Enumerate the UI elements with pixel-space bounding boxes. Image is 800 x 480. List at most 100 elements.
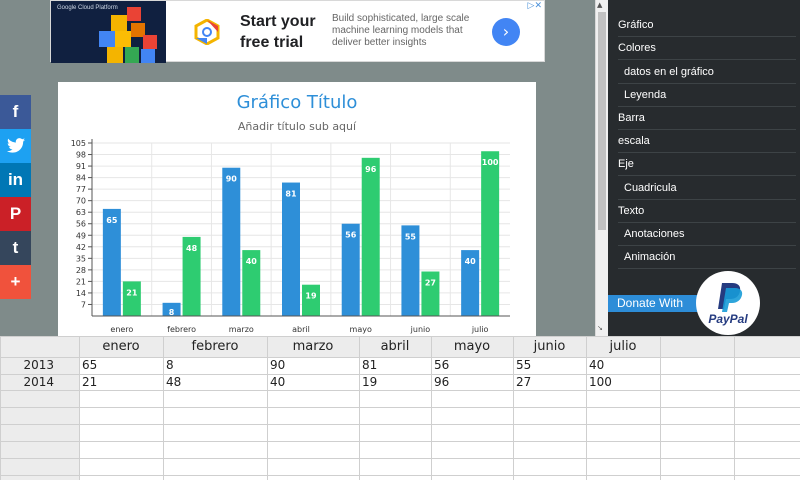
chart-title: Gráfico Título (237, 92, 358, 113)
more-share-button[interactable]: + (0, 265, 31, 299)
page-scrollbar[interactable]: ▲ ↘ (595, 0, 608, 336)
sheet-cell[interactable]: 96 (434, 375, 449, 389)
sheet-cell[interactable]: 100 (589, 375, 612, 389)
bar-data-label: 81 (285, 190, 297, 199)
sheet-cell[interactable]: 40 (270, 375, 285, 389)
bar-data-label: 90 (226, 175, 238, 184)
ad-artwork[interactable]: Google Cloud Platform (51, 1, 166, 63)
menu-item[interactable]: datos en el gráfico (618, 61, 796, 84)
chart-subtitle: Añadir título sub aquí (238, 120, 357, 133)
x-tick-label: junio (410, 325, 431, 334)
menu-item[interactable]: Colores (618, 37, 796, 60)
sheet-column-header[interactable]: enero (79, 339, 163, 354)
pinterest-share-button[interactable]: P (0, 197, 31, 231)
y-tick-label: 84 (76, 174, 86, 183)
bar-data-label: 40 (465, 257, 477, 266)
bar-data-label: 55 (405, 232, 417, 241)
menu-item[interactable]: Cuadricula (618, 177, 796, 200)
social-share-bar: f in P t + (0, 95, 31, 299)
sheet-cell[interactable]: 55 (516, 358, 531, 372)
sheet-column-header[interactable]: junio (513, 339, 586, 354)
x-tick-label: julio (471, 325, 489, 334)
chart-card: Gráfico Título Añadir título sub aquí 65… (58, 82, 536, 336)
resize-grip-icon[interactable]: ↘ (597, 324, 603, 332)
sheet-cell[interactable]: 65 (82, 358, 97, 372)
linkedin-share-button[interactable]: in (0, 163, 31, 197)
y-tick-label: 21 (76, 277, 86, 286)
y-tick-label: 35 (76, 254, 86, 263)
y-tick-label: 28 (76, 266, 86, 275)
menu-item[interactable]: Barra (618, 107, 796, 130)
y-tick-label: 42 (76, 243, 86, 252)
scroll-up-arrow-icon[interactable]: ▲ (597, 1, 602, 9)
menu-item[interactable]: Anotaciones (618, 223, 796, 246)
ad-brand-text: Google Cloud Platform (57, 5, 118, 11)
sheet-cell[interactable]: 8 (166, 358, 174, 372)
bar-series2 (361, 157, 380, 316)
ad-description: Build sophisticated, large scale machine… (332, 13, 470, 48)
ad-headline[interactable]: Start your free trial (240, 11, 335, 53)
twitter-bird-icon (6, 138, 25, 153)
y-tick-label: 91 (76, 162, 86, 171)
menu-item[interactable]: Leyenda (618, 84, 796, 107)
sheet-cell[interactable]: 40 (589, 358, 604, 372)
y-tick-label: 105 (71, 139, 86, 148)
x-axis: enero febrero marzo abril mayo junio julio (92, 315, 510, 334)
tumblr-icon: t (12, 238, 19, 257)
menu-item[interactable]: Gráfico (618, 14, 796, 37)
ad-cta-button[interactable]: › (492, 18, 520, 46)
y-tick-label: 14 (76, 289, 86, 298)
bar-data-label: 8 (169, 308, 175, 317)
x-tick-label: abril (292, 325, 310, 334)
sheet-column-header[interactable]: julio (586, 339, 660, 354)
sheet-cell[interactable]: 21 (82, 375, 97, 389)
adchoices-close-icon[interactable]: ▷✕ (528, 1, 542, 11)
y-tick-label: 98 (76, 151, 86, 160)
google-cloud-logo-icon (194, 19, 220, 45)
paypal-icon: PayPal (708, 283, 748, 326)
menu-item[interactable]: Animación (618, 246, 796, 269)
y-tick-label: 56 (76, 220, 86, 229)
ad-banner[interactable]: Google Cloud Platform Start your free tr… (50, 0, 545, 63)
data-spreadsheet[interactable]: enero febrero marzo abril mayo junio julio 2013… (0, 336, 800, 480)
x-tick-label: febrero (167, 325, 196, 334)
tumblr-share-button[interactable]: t (0, 231, 31, 265)
sheet-column-header[interactable]: febrero (163, 339, 267, 354)
menu-item[interactable]: escala (618, 130, 796, 153)
bar-data-label: 21 (126, 288, 138, 297)
menu-item[interactable]: Texto (618, 200, 796, 223)
linkedin-icon: in (7, 170, 24, 189)
twitter-share-button[interactable] (0, 129, 31, 163)
sheet-row-header[interactable]: 2013 (0, 358, 54, 372)
scroll-thumb[interactable] (598, 12, 606, 230)
sheet-cell[interactable]: 19 (362, 375, 377, 389)
sheet-cell[interactable]: 48 (166, 375, 181, 389)
menu-item[interactable]: Eje (618, 153, 796, 176)
sheet-cell[interactable]: 27 (516, 375, 531, 389)
sheet-cell[interactable]: 56 (434, 358, 449, 372)
chart-bars: 65 21 8 48 90 40 81 19 56 96 55 27 40 100 (102, 151, 500, 317)
bar-data-label: 100 (482, 158, 499, 167)
y-axis: 7 14 21 28 35 42 49 56 63 70 77 84 91 98 105 (71, 139, 93, 316)
chevron-right-icon: › (502, 22, 510, 41)
bar-data-label: 48 (186, 244, 198, 253)
x-tick-label: marzo (229, 325, 254, 334)
bar-series1 (222, 167, 241, 316)
bar-data-label: 27 (425, 279, 436, 288)
y-tick-label: 77 (76, 185, 86, 194)
sheet-column-header[interactable]: marzo (267, 339, 359, 354)
pinterest-icon: P (9, 204, 22, 223)
bar-data-label: 65 (106, 216, 118, 225)
facebook-share-button[interactable]: f (0, 95, 31, 129)
sheet-grid (0, 336, 800, 480)
paypal-badge[interactable]: PayPal (696, 271, 760, 335)
sheet-column-header[interactable]: mayo (431, 339, 513, 354)
donate-button[interactable]: Donate With (608, 295, 708, 312)
sheet-cell[interactable]: 90 (270, 358, 285, 372)
sheet-row-header[interactable]: 2014 (0, 375, 54, 389)
facebook-icon: f (12, 102, 19, 121)
sheet-column-header[interactable]: abril (359, 339, 431, 354)
y-tick-label: 7 (81, 300, 86, 309)
paypal-label: PayPal (708, 312, 748, 326)
sheet-cell[interactable]: 81 (362, 358, 377, 372)
